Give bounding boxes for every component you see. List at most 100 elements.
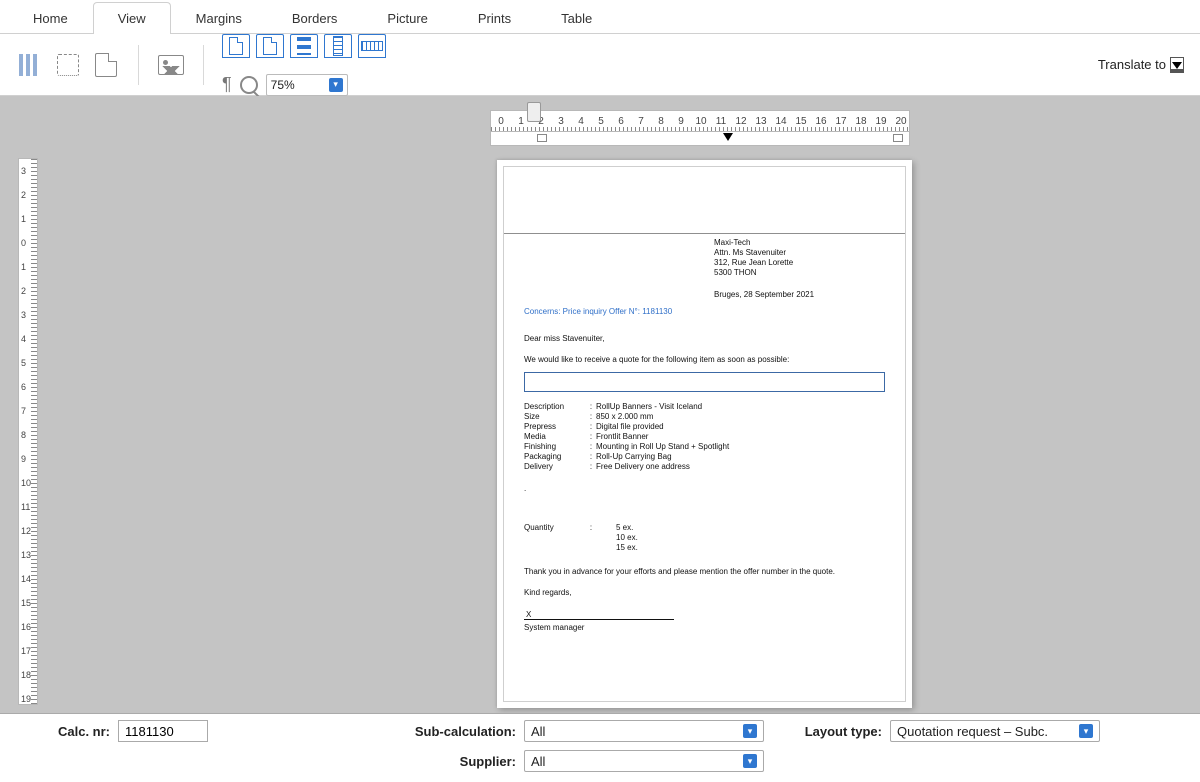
document-date: Bruges, 28 September 2021	[714, 290, 885, 299]
ruler-tick: 0	[19, 231, 37, 255]
supplier-value: All	[531, 754, 545, 769]
colon: :	[586, 452, 596, 462]
layout-type-select[interactable]: Quotation request – Subc. ▾	[890, 720, 1100, 742]
editable-field[interactable]	[524, 372, 885, 392]
colon: :	[586, 523, 596, 533]
ruler-tick: 4	[19, 327, 37, 351]
subcalc-select[interactable]: All ▾	[524, 720, 764, 742]
signature-role: System manager	[524, 623, 885, 632]
spec-key: Description	[524, 402, 586, 412]
colon: :	[586, 442, 596, 452]
ruler-tick: 3	[551, 116, 571, 127]
ruler-tick: 18	[851, 116, 871, 127]
paragraph-marks-button[interactable]: ¶	[222, 74, 232, 95]
ruler-tick: 18	[19, 663, 37, 687]
vertical-ruler[interactable]: 3210123456789101112131415161718192021222…	[18, 158, 38, 705]
columns-icon[interactable]	[16, 51, 44, 79]
zoom-value: 75%	[271, 78, 295, 92]
chevron-down-icon	[1172, 62, 1182, 69]
view-full-width-button[interactable]	[290, 34, 318, 58]
ruler-tick: 2	[19, 183, 37, 207]
tab-view[interactable]: View	[93, 2, 171, 34]
addr-street: 312, Rue Jean Lorette	[714, 258, 885, 268]
page-break-icon[interactable]	[54, 51, 82, 79]
ruler-tick: 14	[771, 116, 791, 127]
subcalc-field: Sub-calculation: All ▾	[406, 720, 794, 742]
ruler-tick: 7	[19, 399, 37, 423]
right-margin-marker[interactable]	[893, 134, 903, 142]
supplier-select[interactable]: All ▾	[524, 750, 764, 772]
colon: :	[586, 412, 596, 422]
ruler-tick: 12	[731, 116, 751, 127]
calc-nr-input[interactable]	[118, 720, 208, 742]
magnifier-icon[interactable]	[240, 76, 258, 94]
ruler-tick: 15	[19, 591, 37, 615]
tab-borders[interactable]: Borders	[267, 2, 363, 34]
ruler-tick: 10	[19, 471, 37, 495]
chevron-down-icon: ▾	[743, 754, 757, 768]
calc-nr-field: Calc. nr:	[10, 720, 398, 742]
page-setup-icon[interactable]	[92, 51, 120, 79]
ruler-tick: 16	[811, 116, 831, 127]
spec-row: Packaging:Roll-Up Carrying Bag	[524, 452, 885, 462]
colon: :	[586, 462, 596, 472]
addr-attn: Attn. Ms Stavenuiter	[714, 248, 885, 258]
left-margin-marker[interactable]	[537, 134, 547, 142]
qty-value: 15 ex.	[596, 543, 885, 553]
ruler-tick: 6	[19, 375, 37, 399]
view-page-fold-button[interactable]	[256, 34, 284, 58]
toolbar-group-layout	[16, 51, 120, 79]
ruler-tick: 14	[19, 567, 37, 591]
tab-table[interactable]: Table	[536, 2, 617, 34]
chevron-down-icon: ▾	[329, 78, 343, 92]
ruler-indent-handle[interactable]	[527, 102, 541, 122]
view-zoom-row: ¶ 75% ▾	[222, 74, 348, 96]
horizontal-ruler[interactable]: 01234567891011121314151617181920	[490, 110, 910, 132]
zoom-select[interactable]: 75% ▾	[266, 74, 348, 96]
spec-key: Media	[524, 432, 586, 442]
ruler-tick: 20	[891, 116, 910, 127]
toggle-vertical-ruler-button[interactable]	[324, 34, 352, 58]
colon: :	[586, 402, 596, 412]
ruler-tick: 13	[751, 116, 771, 127]
translate-control: Translate to	[1098, 57, 1184, 73]
spec-value: Roll-Up Carrying Bag	[596, 452, 885, 462]
document-page-content[interactable]: Maxi-Tech Attn. Ms Stavenuiter 312, Rue …	[503, 166, 906, 702]
translate-dropdown[interactable]	[1170, 57, 1184, 73]
subcalc-value: All	[531, 724, 545, 739]
layout-type-label: Layout type:	[802, 724, 882, 739]
horizontal-ruler-strip[interactable]	[490, 132, 910, 146]
signature-x: X	[526, 610, 531, 619]
view-single-page-button[interactable]	[222, 34, 250, 58]
ruler-tick: 17	[831, 116, 851, 127]
tab-picture[interactable]: Picture	[362, 2, 452, 34]
insert-image-icon[interactable]	[157, 51, 185, 79]
subcalc-label: Sub-calculation:	[406, 724, 516, 739]
ruler-tick: 16	[19, 615, 37, 639]
ruler-tick: 7	[631, 116, 651, 127]
subject-line: Concerns: Price inquiry Offer N°: 118113…	[524, 307, 885, 316]
spec-row: Media:Frontlit Banner	[524, 432, 885, 442]
recipient-address: Maxi-Tech Attn. Ms Stavenuiter 312, Rue …	[714, 238, 885, 278]
document-page: Maxi-Tech Attn. Ms Stavenuiter 312, Rue …	[497, 160, 912, 708]
salutation: Dear miss Stavenuiter,	[524, 334, 885, 343]
spec-row: Delivery:Free Delivery one address	[524, 462, 885, 472]
spec-key: Packaging	[524, 452, 586, 462]
signature-line: X	[524, 619, 674, 620]
spec-table: Description:RollUp Banners - Visit Icela…	[524, 402, 885, 472]
tab-stop-icon[interactable]	[723, 133, 733, 141]
ruler-tick: 10	[691, 116, 711, 127]
addr-city: 5300 THON	[714, 268, 885, 278]
tab-home[interactable]: Home	[8, 2, 93, 34]
translate-label: Translate to	[1098, 57, 1166, 72]
ruler-tick: 19	[871, 116, 891, 127]
ruler-tick: 8	[19, 423, 37, 447]
tab-margins[interactable]: Margins	[171, 2, 267, 34]
ruler-tick: 4	[571, 116, 591, 127]
addr-name: Maxi-Tech	[714, 238, 885, 248]
ruler-tick: 15	[791, 116, 811, 127]
ruler-tick: 6	[611, 116, 631, 127]
quantity-block: Quantity : 5 ex. 10 ex. 15 ex.	[524, 523, 885, 553]
toggle-horizontal-ruler-button[interactable]	[358, 34, 386, 58]
tab-prints[interactable]: Prints	[453, 2, 536, 34]
